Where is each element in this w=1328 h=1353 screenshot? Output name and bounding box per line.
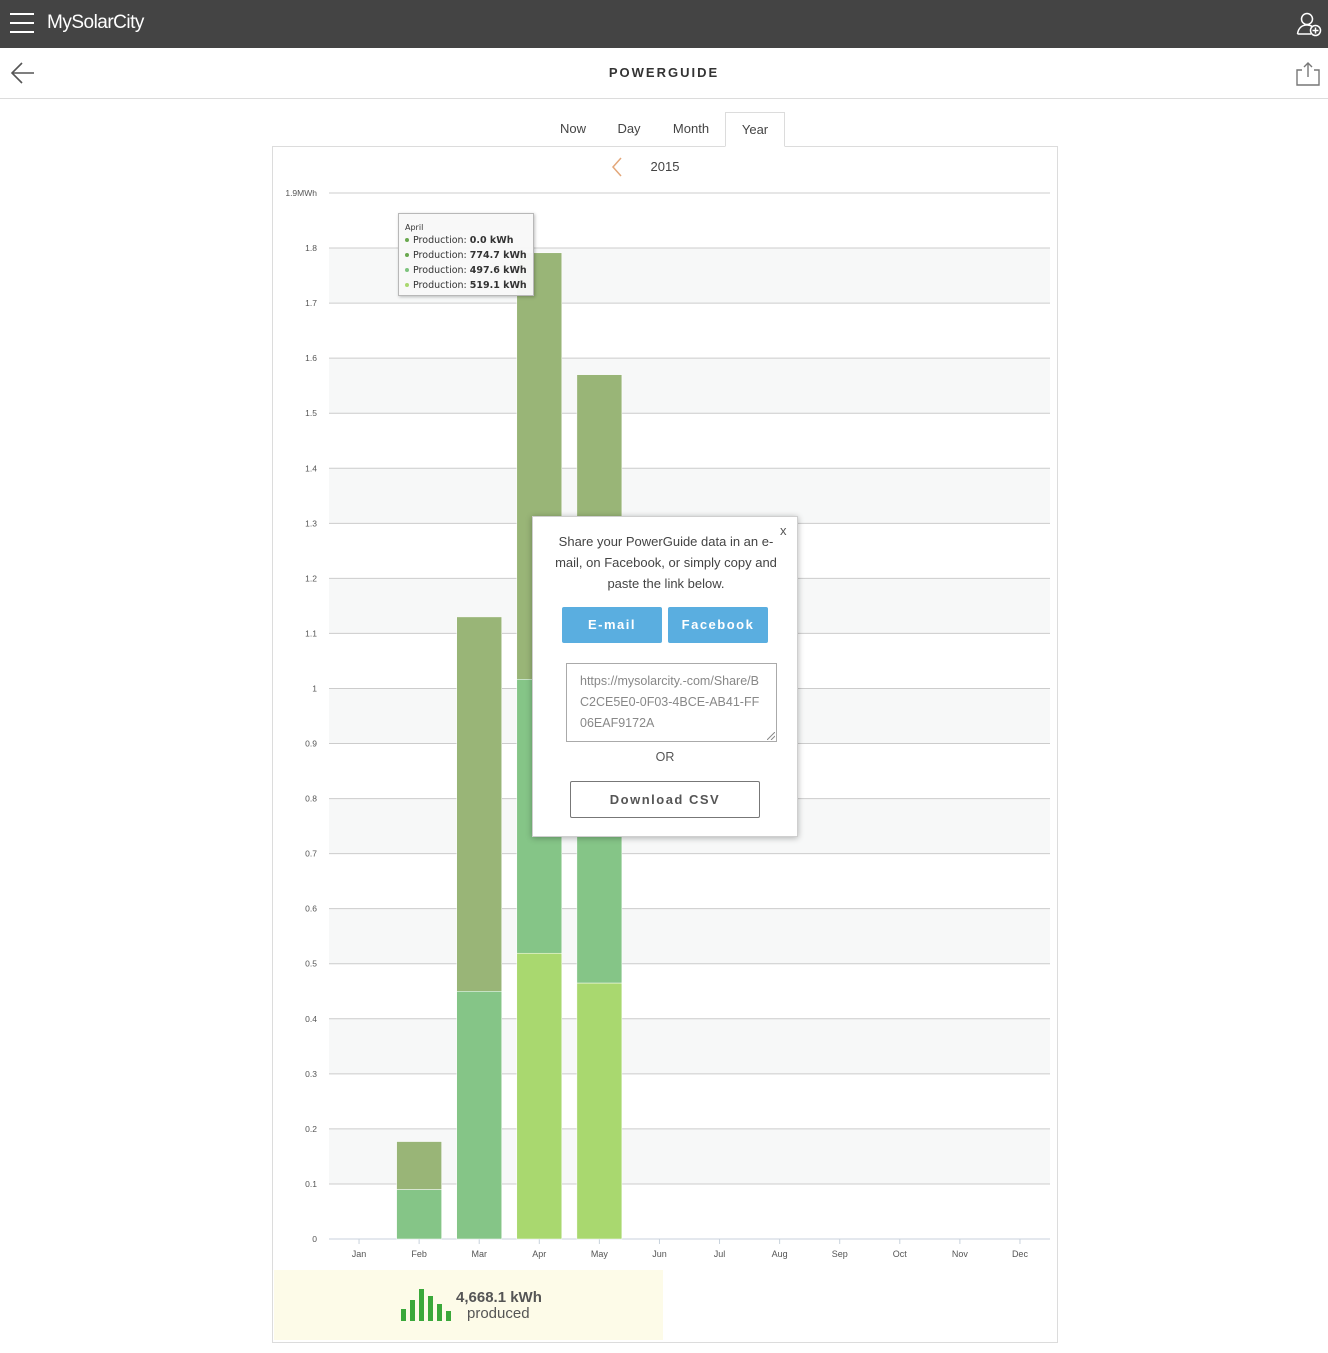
- share-message: Share your PowerGuide data in an e-mail,…: [555, 534, 777, 591]
- x-tick-label: Sep: [832, 1249, 848, 1259]
- x-tick-label: May: [591, 1249, 609, 1259]
- email-share-button[interactable]: E-mail: [562, 607, 662, 643]
- x-tick-label: Jul: [714, 1249, 726, 1259]
- year-navigation: 2015: [272, 156, 1058, 178]
- y-tick-label: 1.9MWh: [285, 188, 317, 198]
- share-dialog: x Share your PowerGuide data in an e-mai…: [532, 516, 798, 837]
- tooltip-row-value: 0.0 kWh: [469, 235, 514, 246]
- tooltip-title: April: [405, 223, 424, 232]
- x-tick-label: Oct: [893, 1249, 908, 1259]
- y-tick-label: 1: [312, 683, 317, 693]
- x-tick-label: Mar: [471, 1249, 487, 1259]
- y-tick-label: 1.6: [305, 353, 317, 363]
- page-header: POWERGUIDE: [0, 48, 1328, 99]
- y-tick-label: 0.6: [305, 904, 317, 914]
- y-tick-label: 0.8: [305, 794, 317, 804]
- tooltip-row: Production: 774.7 kWh: [405, 250, 533, 265]
- y-tick-label: 1.2: [305, 573, 317, 583]
- y-tick-label: 0.7: [305, 849, 317, 859]
- x-tick-label: Jun: [652, 1249, 667, 1259]
- y-tick-label: 0.5: [305, 959, 317, 969]
- tooltip-row-value: 519.1 kWh: [469, 280, 527, 291]
- bar-segment: [576, 982, 623, 1240]
- y-tick-label: 1.1: [305, 628, 317, 638]
- y-tick-label: 0.4: [305, 1014, 317, 1024]
- y-tick-label: 0.3: [305, 1069, 317, 1079]
- total-production-value: 4,668.1 kWh: [456, 1289, 542, 1306]
- year-label: 2015: [650, 159, 680, 174]
- y-tick-label: 1.7: [305, 298, 317, 308]
- tab-day[interactable]: Day: [604, 112, 654, 147]
- facebook-share-button[interactable]: Facebook: [668, 607, 768, 643]
- x-tick-label: Jan: [352, 1249, 367, 1259]
- bar-chart-icon: [401, 1289, 451, 1321]
- bar-segment: [396, 1141, 442, 1190]
- bar-segment: [516, 952, 563, 1240]
- share-link-text: https://mysolarcity.-com/Share/BC2CE5E0-…: [580, 674, 760, 730]
- x-tick-label: Aug: [772, 1249, 788, 1259]
- add-user-icon[interactable]: [1296, 11, 1322, 37]
- page-title: POWERGUIDE: [608, 65, 720, 80]
- x-tick-label: Nov: [952, 1249, 969, 1259]
- y-tick-label: 1.3: [305, 518, 317, 528]
- tooltip-row: Production: 0.0 kWh: [405, 235, 533, 250]
- tooltip-row-label: Production:: [413, 250, 467, 261]
- share-link-textarea[interactable]: https://mysolarcity.-com/Share/BC2CE5E0-…: [566, 663, 777, 742]
- y-tick-label: 1.4: [305, 463, 317, 473]
- download-csv-button[interactable]: Download CSV: [570, 781, 760, 818]
- y-tick-label: 0: [312, 1234, 317, 1244]
- grid-band: [329, 1018, 1050, 1074]
- brand-logo[interactable]: MySolarCity: [47, 12, 144, 34]
- y-tick-label: 0.1: [305, 1179, 317, 1189]
- top-bar: MySolarCity: [0, 0, 1328, 48]
- tooltip-row: Production: 497.6 kWh: [405, 265, 533, 280]
- tooltip-row-label: Production:: [413, 235, 467, 246]
- tooltip-row-value: 497.6 kWh: [469, 265, 527, 276]
- tooltip-row-label: Production:: [413, 265, 467, 276]
- grid-band: [329, 908, 1050, 964]
- y-tick-label: 1.5: [305, 408, 317, 418]
- tab-year[interactable]: Year: [725, 112, 785, 147]
- y-tick-label: 0.9: [305, 739, 317, 749]
- tooltip-row: Production: 519.1 kWh: [405, 280, 533, 295]
- resize-grip-icon[interactable]: [767, 732, 775, 740]
- series-dot-icon: [405, 237, 409, 242]
- tooltip-row-value: 774.7 kWh: [469, 250, 527, 261]
- grid-band: [329, 358, 1050, 414]
- bar-segment: [396, 1189, 442, 1240]
- series-dot-icon: [405, 282, 409, 287]
- tab-now[interactable]: Now: [548, 112, 598, 147]
- menu-icon[interactable]: [10, 13, 34, 35]
- y-tick-label: 0.2: [305, 1124, 317, 1134]
- total-production-label: produced: [467, 1305, 530, 1322]
- bar-segment: [456, 991, 502, 1240]
- production-summary: 4,668.1 kWh produced: [274, 1270, 663, 1340]
- tab-month[interactable]: Month: [660, 112, 722, 147]
- close-button[interactable]: x: [780, 523, 787, 538]
- period-tabs: Now Day Month Year: [0, 112, 1328, 148]
- series-dot-icon: [405, 252, 409, 257]
- x-tick-label: Feb: [411, 1249, 427, 1259]
- series-dot-icon: [405, 267, 409, 272]
- or-separator: OR: [655, 750, 675, 764]
- bar-segment: [456, 616, 502, 992]
- y-tick-label: 1.8: [305, 243, 317, 253]
- x-tick-label: Dec: [1012, 1249, 1029, 1259]
- x-tick-label: Apr: [532, 1249, 546, 1259]
- tooltip-row-label: Production:: [413, 280, 467, 291]
- chart-tooltip: April Production: 0.0 kWh Production: 77…: [398, 213, 534, 296]
- share-icon[interactable]: [1295, 61, 1321, 87]
